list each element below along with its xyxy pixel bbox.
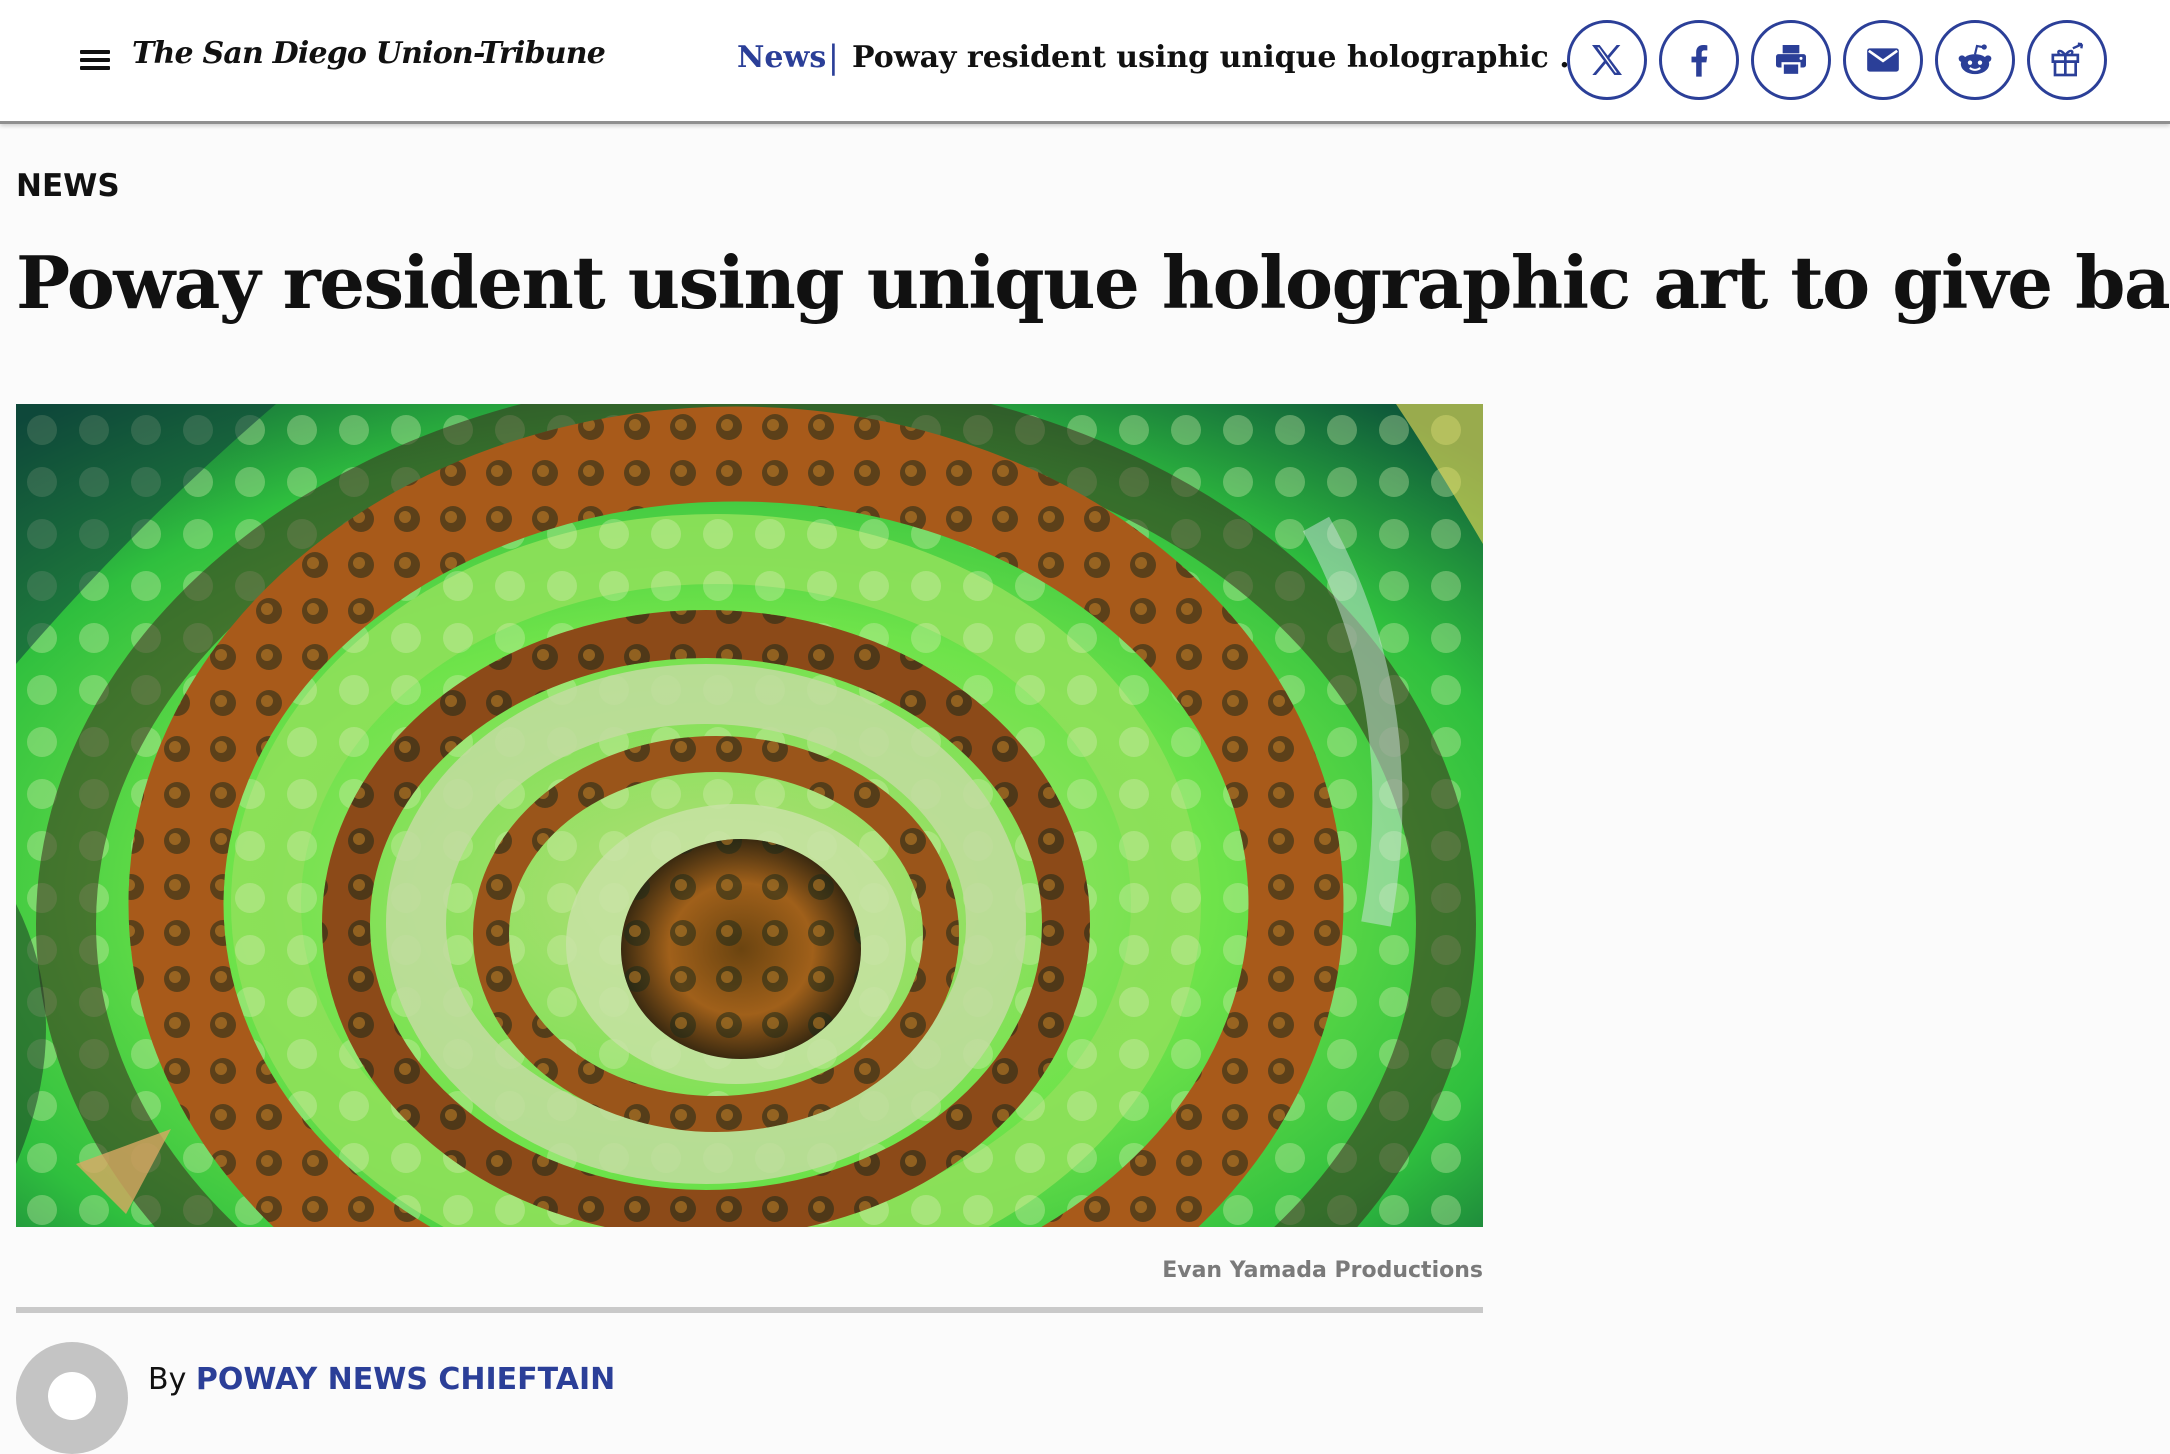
header-article-title: Poway resident using unique holographic … bbox=[852, 40, 1592, 75]
image-credit: Evan Yamada Productions bbox=[1162, 1258, 1483, 1283]
facebook-icon bbox=[1691, 45, 1708, 77]
holographic-spiral-artwork bbox=[16, 404, 1483, 1227]
reddit-share-button[interactable] bbox=[1935, 20, 2015, 100]
author-avatar[interactable] bbox=[16, 1342, 128, 1454]
hero-image[interactable] bbox=[16, 404, 1483, 1227]
site-logo[interactable]: The San Diego Union-Tribune bbox=[132, 36, 606, 71]
facebook-share-button[interactable] bbox=[1659, 20, 1739, 100]
article-headline: Poway resident using unique holographic … bbox=[16, 240, 2170, 325]
print-button[interactable] bbox=[1751, 20, 1831, 100]
reddit-icon bbox=[1958, 44, 1992, 75]
byline: By POWAY NEWS CHIEFTAIN bbox=[148, 1362, 615, 1397]
site-header: The San Diego Union-Tribune News | Poway… bbox=[0, 0, 2170, 124]
section-link-news[interactable]: News bbox=[737, 40, 826, 75]
gift-article-button[interactable] bbox=[2027, 20, 2107, 100]
section-kicker[interactable]: NEWS bbox=[16, 168, 120, 204]
byline-prefix: By bbox=[148, 1362, 187, 1397]
envelope-icon bbox=[1867, 48, 1899, 72]
printer-icon bbox=[1776, 45, 1806, 77]
email-share-button[interactable] bbox=[1843, 20, 1923, 100]
breadcrumb-separator: | bbox=[828, 38, 839, 76]
hamburger-menu-icon[interactable] bbox=[80, 46, 112, 74]
x-share-button[interactable] bbox=[1567, 20, 1647, 100]
x-logo-icon bbox=[1592, 45, 1622, 75]
gift-icon bbox=[2051, 42, 2084, 77]
author-link[interactable]: POWAY NEWS CHIEFTAIN bbox=[196, 1362, 615, 1397]
byline-divider bbox=[16, 1307, 1483, 1313]
